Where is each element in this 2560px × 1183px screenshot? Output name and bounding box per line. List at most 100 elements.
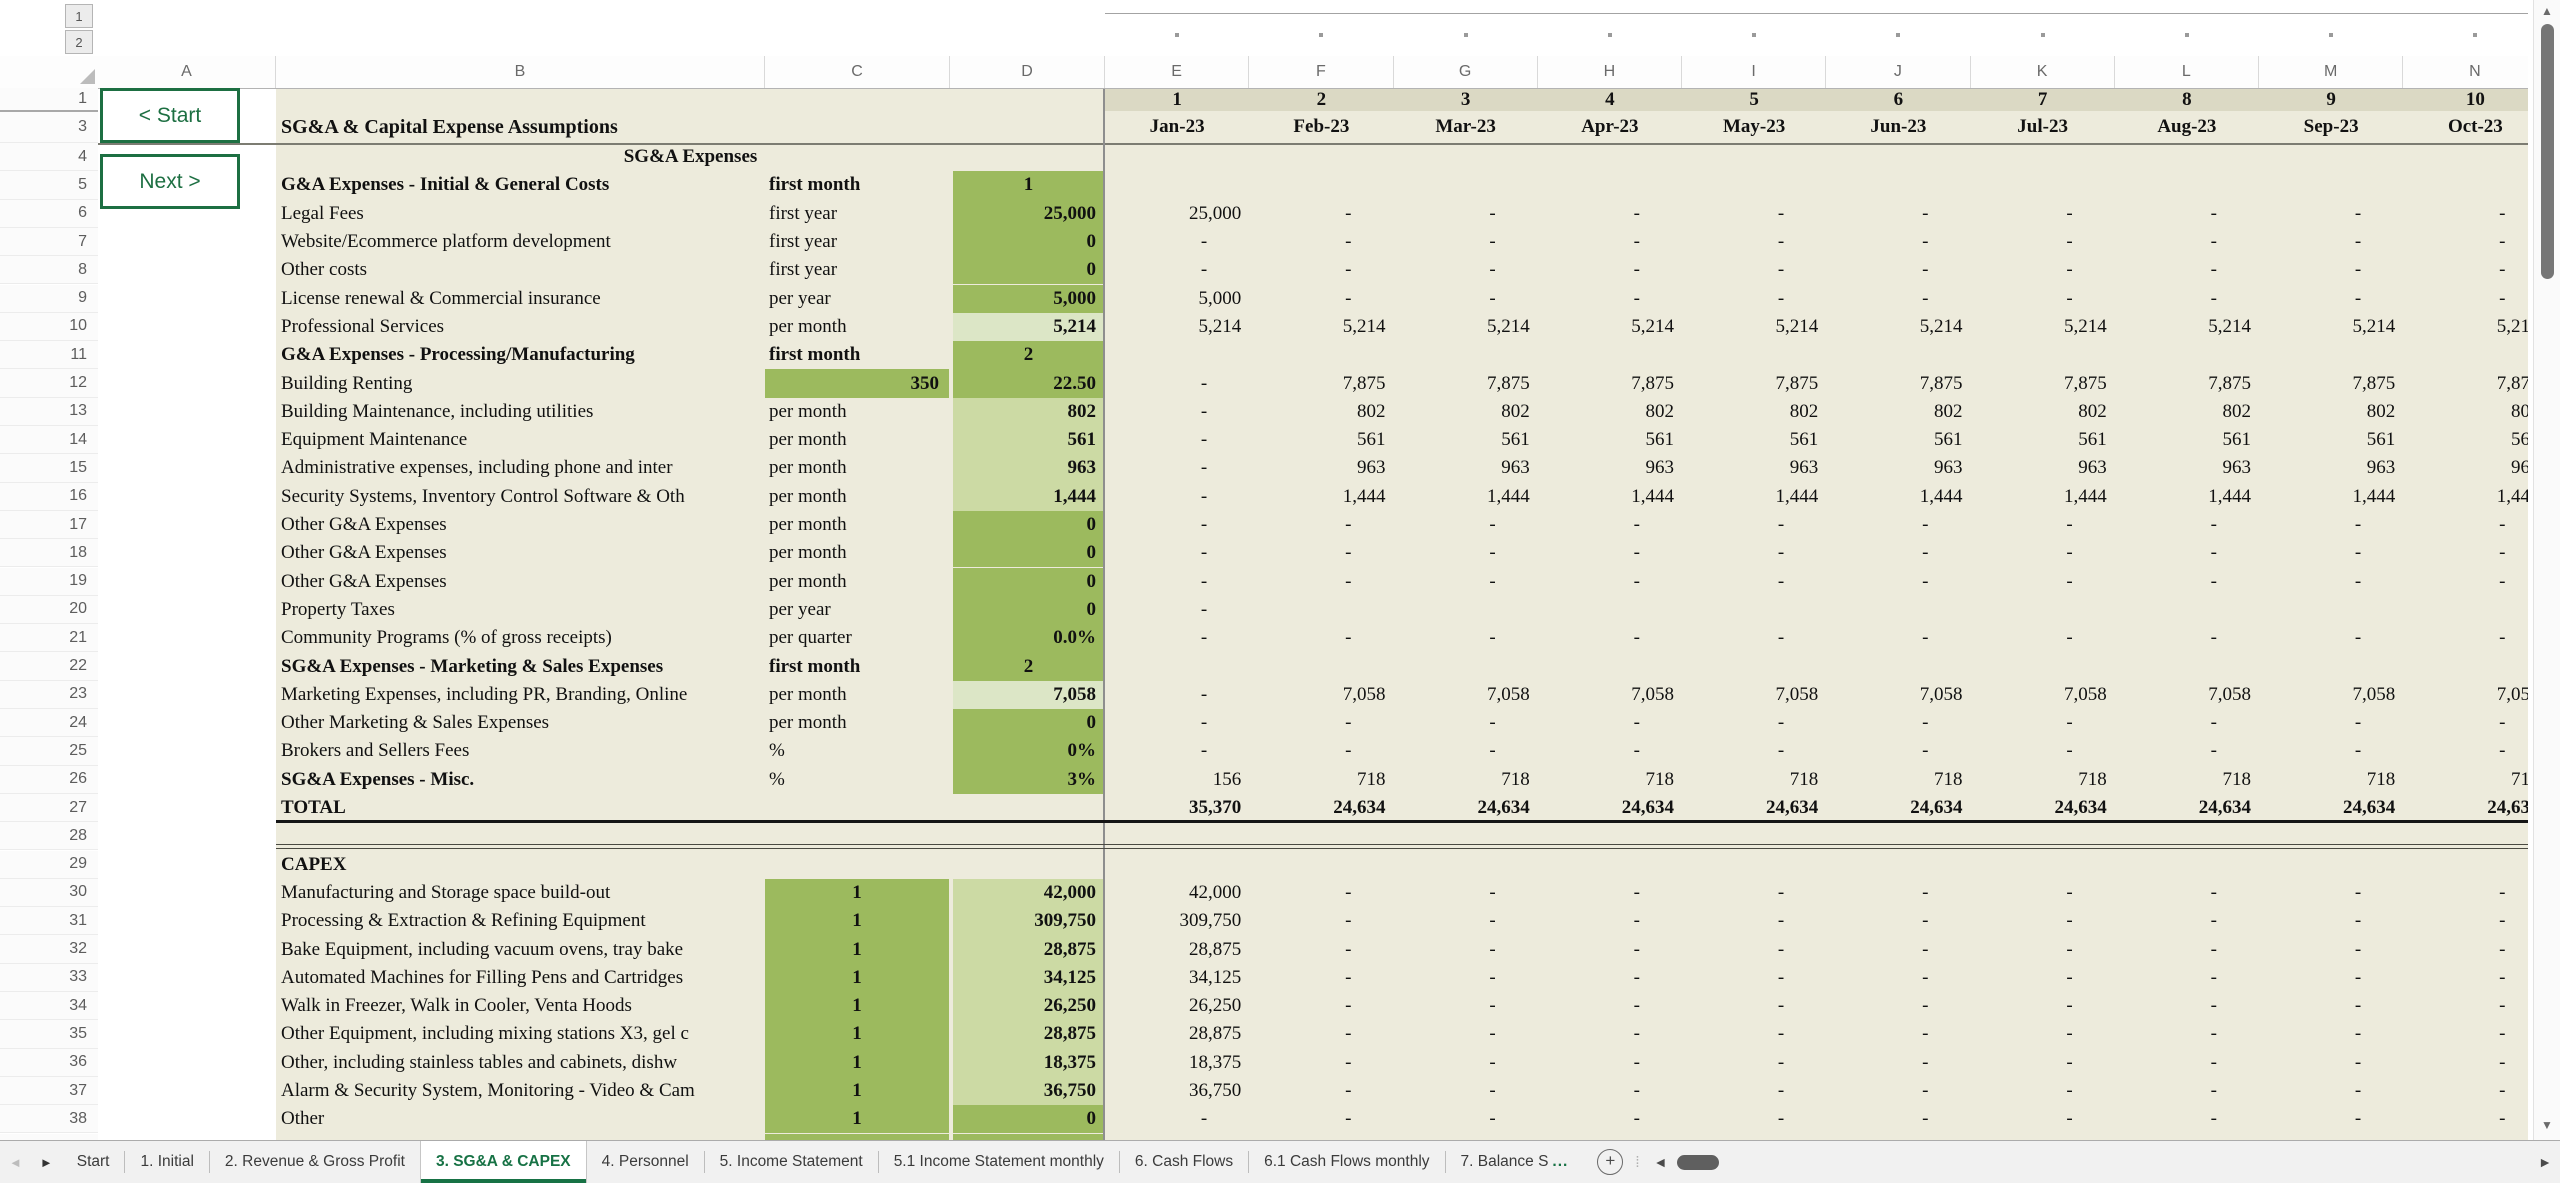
cell-B23[interactable]: Marketing Expenses, including PR, Brandi…: [276, 681, 763, 709]
cell-C15[interactable]: per month: [765, 454, 950, 482]
cell-E20[interactable]: -: [1105, 596, 1249, 624]
cell-D19[interactable]: 0: [953, 568, 1104, 596]
cell-H7[interactable]: -: [1538, 228, 1682, 256]
cell-E33[interactable]: 34,125: [1105, 964, 1249, 992]
cell-B32[interactable]: Bake Equipment, including vacuum ovens, …: [276, 935, 763, 963]
row-header-20[interactable]: 20: [0, 596, 98, 624]
row-header-10[interactable]: 10: [0, 313, 98, 341]
cell-L6[interactable]: -: [2115, 200, 2259, 228]
row-header-33[interactable]: 33: [0, 964, 98, 992]
cell-H18[interactable]: -: [1538, 539, 1682, 567]
cell-B36[interactable]: Other, including stainless tables and ca…: [276, 1049, 763, 1077]
cell-M18[interactable]: -: [2259, 539, 2403, 567]
cell-E21[interactable]: -: [1105, 624, 1249, 652]
cell-K27[interactable]: 24,634: [1971, 794, 2115, 822]
cell-K19[interactable]: -: [1971, 568, 2115, 596]
cell-C13[interactable]: per month: [765, 398, 950, 426]
row-header-32[interactable]: 32: [0, 935, 98, 963]
column-header-M[interactable]: M: [2259, 56, 2403, 88]
cell-E3[interactable]: Jan-23: [1105, 111, 1249, 143]
cell-N38[interactable]: -: [2403, 1105, 2528, 1133]
cell-D7[interactable]: 0: [953, 228, 1104, 256]
cell-B12[interactable]: Building Renting: [276, 369, 763, 397]
cell-B14[interactable]: Equipment Maintenance: [276, 426, 763, 454]
cell-K12[interactable]: 7,875: [1971, 369, 2115, 397]
cell-I18[interactable]: -: [1682, 539, 1826, 567]
cell-I38[interactable]: -: [1682, 1105, 1826, 1133]
cell-J18[interactable]: -: [1826, 539, 1970, 567]
cell-E19[interactable]: -: [1105, 568, 1249, 596]
cell-L24[interactable]: -: [2115, 709, 2259, 737]
cell-M36[interactable]: -: [2259, 1049, 2403, 1077]
cell-B4-merged[interactable]: SG&A Expenses: [276, 143, 1105, 171]
row-header-17[interactable]: 17: [0, 511, 98, 539]
cell-C26[interactable]: %: [765, 766, 950, 794]
cell-E18[interactable]: -: [1105, 539, 1249, 567]
cell-N21[interactable]: -: [2403, 624, 2528, 652]
cell-C36[interactable]: 1: [765, 1049, 949, 1077]
cell-E35[interactable]: 28,875: [1105, 1020, 1249, 1048]
cell-F13[interactable]: 802: [1249, 398, 1393, 426]
select-all-corner[interactable]: [63, 56, 98, 88]
row-header-6[interactable]: 6: [0, 200, 98, 228]
row-header-25[interactable]: 25: [0, 737, 98, 765]
cell-B19[interactable]: Other G&A Expenses: [276, 568, 763, 596]
cell-C18[interactable]: per month: [765, 539, 950, 567]
cell-D32[interactable]: 28,875: [953, 935, 1104, 963]
cell-D21[interactable]: 0.0%: [953, 624, 1104, 652]
cell-M25[interactable]: -: [2259, 737, 2403, 765]
cell-L26[interactable]: 718: [2115, 766, 2259, 794]
cell-E17[interactable]: -: [1105, 511, 1249, 539]
cell-B7[interactable]: Website/Ecommerce platform development: [276, 228, 763, 256]
cell-L17[interactable]: -: [2115, 511, 2259, 539]
cell-M37[interactable]: -: [2259, 1077, 2403, 1105]
cell-E12[interactable]: -: [1105, 369, 1249, 397]
cell-G26[interactable]: 718: [1394, 766, 1538, 794]
cell-J8[interactable]: -: [1826, 256, 1970, 284]
cell-M15[interactable]: 963: [2259, 454, 2403, 482]
cell-G36[interactable]: -: [1394, 1049, 1538, 1077]
cell-N36[interactable]: -: [2403, 1049, 2528, 1077]
cell-H27[interactable]: 24,634: [1538, 794, 1682, 822]
cell-B20[interactable]: Property Taxes: [276, 596, 763, 624]
cell-E34[interactable]: 26,250: [1105, 992, 1249, 1020]
cell-J10[interactable]: 5,214: [1826, 313, 1970, 341]
cell-M38[interactable]: -: [2259, 1105, 2403, 1133]
cell-N19[interactable]: -: [2403, 568, 2528, 596]
cell-L1[interactable]: 8: [2115, 88, 2259, 111]
row-header-1[interactable]: 1: [0, 88, 98, 111]
cell-L10[interactable]: 5,214: [2115, 313, 2259, 341]
cell-F38[interactable]: -: [1249, 1105, 1393, 1133]
cell-J27[interactable]: 24,634: [1826, 794, 1970, 822]
row-header-28[interactable]: 28: [0, 822, 98, 850]
cell-J35[interactable]: -: [1826, 1020, 1970, 1048]
cell-N31[interactable]: -: [2403, 907, 2528, 935]
hscroll-right-icon[interactable]: ►: [2538, 1154, 2552, 1170]
cell-G14[interactable]: 561: [1394, 426, 1538, 454]
cell-C23[interactable]: per month: [765, 681, 950, 709]
sheet-tab-2-revenue-gross-profit[interactable]: 2. Revenue & Gross Profit: [210, 1141, 420, 1183]
horizontal-scrollbar[interactable]: ◄ ►: [1654, 1141, 2560, 1183]
cell-L38[interactable]: -: [2115, 1105, 2259, 1133]
cell-B17[interactable]: Other G&A Expenses: [276, 511, 763, 539]
cell-I27[interactable]: 24,634: [1682, 794, 1826, 822]
cell-F34[interactable]: -: [1249, 992, 1393, 1020]
cell-D30[interactable]: 42,000: [953, 879, 1104, 907]
cell-M8[interactable]: -: [2259, 256, 2403, 284]
cell-N13[interactable]: 802: [2403, 398, 2528, 426]
cell-D34[interactable]: 26,250: [953, 992, 1104, 1020]
cell-K18[interactable]: -: [1971, 539, 2115, 567]
row-header-36[interactable]: 36: [0, 1049, 98, 1077]
cell-I36[interactable]: -: [1682, 1049, 1826, 1077]
cell-I8[interactable]: -: [1682, 256, 1826, 284]
cell-G33[interactable]: -: [1394, 964, 1538, 992]
cell-K37[interactable]: -: [1971, 1077, 2115, 1105]
cell-M3[interactable]: Sep-23: [2259, 111, 2403, 143]
cell-G34[interactable]: -: [1394, 992, 1538, 1020]
cell-M34[interactable]: -: [2259, 992, 2403, 1020]
cell-D5[interactable]: 1: [953, 171, 1104, 199]
cell-K21[interactable]: -: [1971, 624, 2115, 652]
cell-M7[interactable]: -: [2259, 228, 2403, 256]
cell-J36[interactable]: -: [1826, 1049, 1970, 1077]
cell-C22[interactable]: first month: [765, 652, 950, 680]
